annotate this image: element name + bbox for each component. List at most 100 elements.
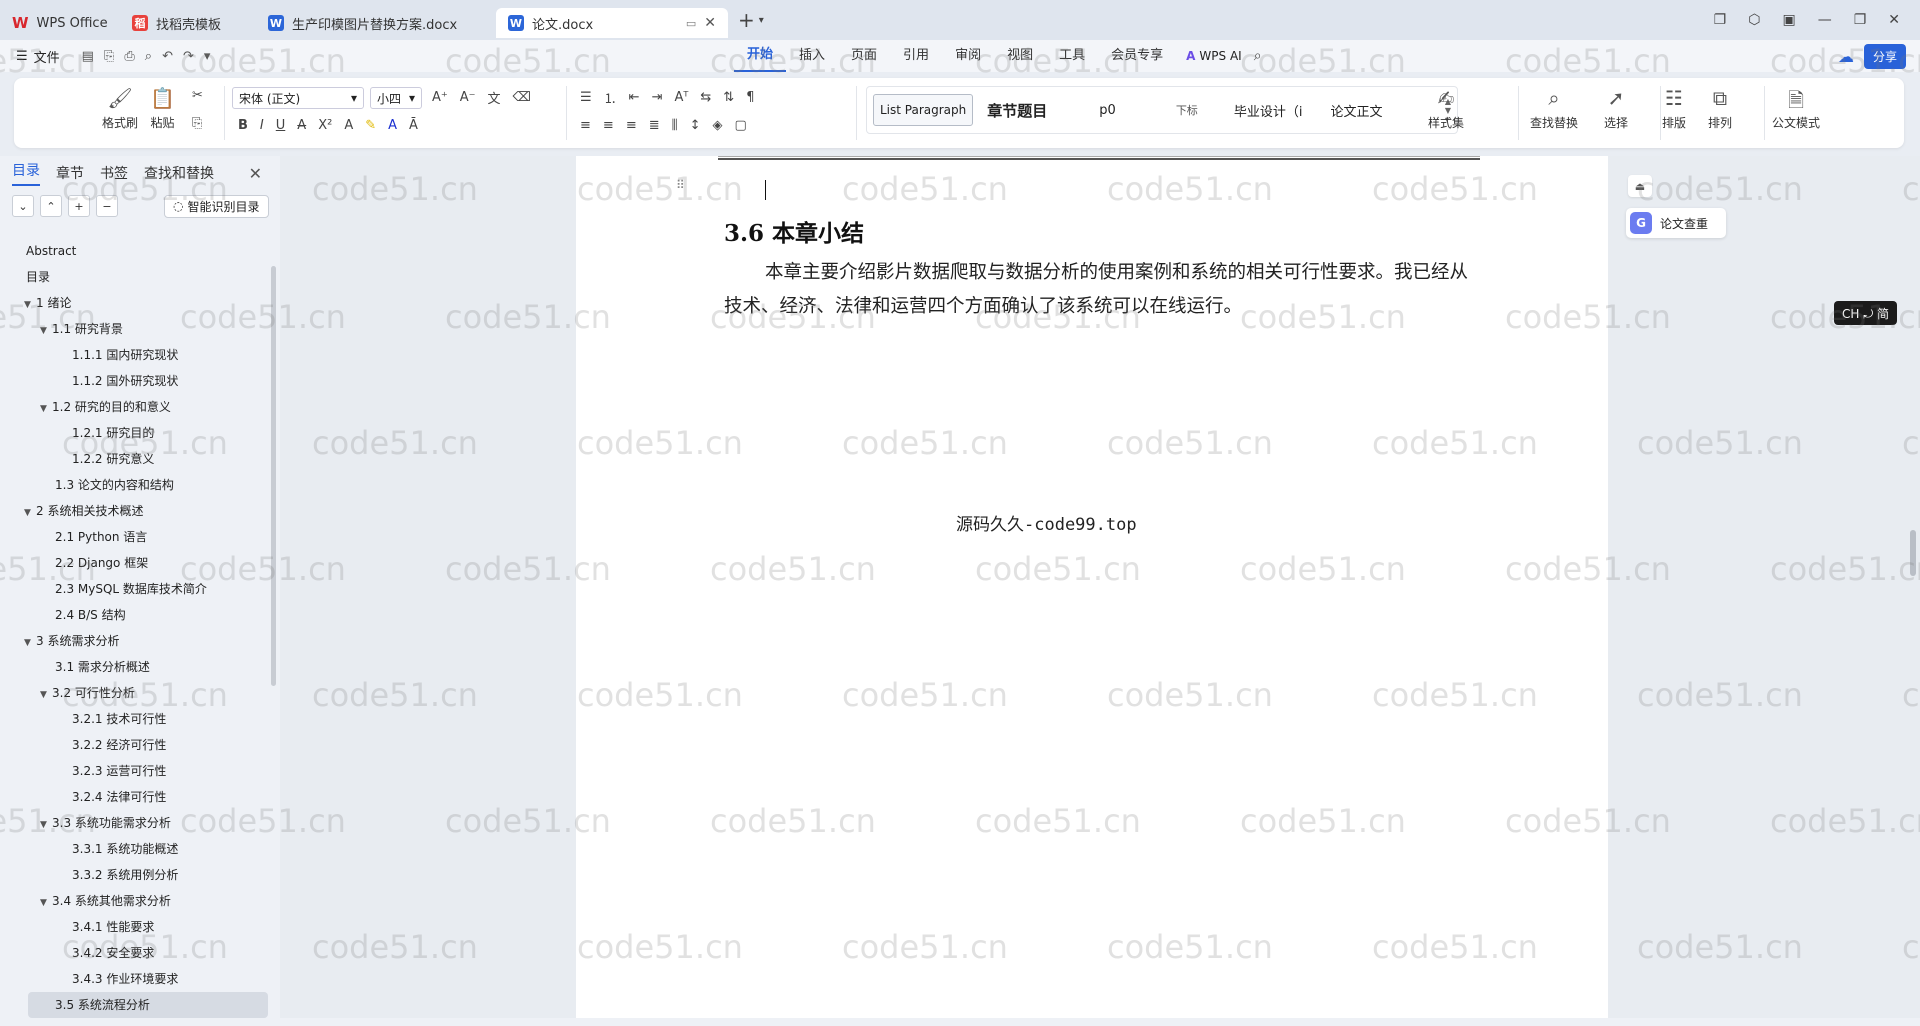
bullet-list-icon[interactable]: ☰ <box>580 90 592 105</box>
toc-item[interactable]: Abstract <box>0 238 272 264</box>
toc-item[interactable]: ▼ 1 绪论 <box>0 290 272 316</box>
cloud-upload-icon[interactable]: ☁ <box>1838 47 1854 66</box>
border-icon[interactable]: ▢ <box>735 118 747 133</box>
caret-down-icon[interactable]: ▼ <box>40 396 52 422</box>
toc-item[interactable]: 3.2.4 法律可行性 <box>0 784 272 810</box>
underline-icon[interactable]: U <box>276 118 286 133</box>
smart-toc-button[interactable]: ◌ 智能识别目录 <box>164 194 269 218</box>
toc-item[interactable]: 3.4.2 安全要求 <box>0 940 272 966</box>
find-replace-button[interactable]: ⌕ 查找替换 <box>1530 86 1578 131</box>
paper-check-button[interactable]: G 论文查重 <box>1626 208 1726 238</box>
decrease-indent-icon[interactable]: ⇤ <box>629 90 640 105</box>
avatar[interactable]: ▣ <box>1782 12 1795 28</box>
italic-icon[interactable]: I <box>260 118 264 133</box>
style-graduation-design[interactable]: 毕业设计（i <box>1220 101 1317 120</box>
line-sort-icon[interactable]: ⇆ <box>700 90 711 105</box>
caret-down-icon[interactable]: ▼ <box>24 292 36 318</box>
text-effect-icon[interactable]: A <box>344 118 353 133</box>
nav-tab-find-replace[interactable]: 查找和替换 <box>144 163 214 183</box>
save-icon[interactable]: ▤ <box>82 49 94 64</box>
style-subscript[interactable]: 下标 <box>1154 102 1220 118</box>
toc-item[interactable]: ▼ 2 系统相关技术概述 <box>0 498 272 524</box>
caret-down-icon[interactable]: ▼ <box>24 500 36 526</box>
toc-item[interactable]: 1.3 论文的内容和结构 <box>0 472 272 498</box>
cut-icon[interactable]: ✂ <box>192 88 203 103</box>
tab-wps-office[interactable]: W WPS Office <box>0 8 120 38</box>
remove-icon[interactable]: − <box>96 195 118 217</box>
toc-item[interactable]: 3.2.3 运营可行性 <box>0 758 272 784</box>
toc-item[interactable]: ▼ 1.1 研究背景 <box>0 316 272 342</box>
toc-item[interactable]: 1.2.2 研究意义 <box>0 446 272 472</box>
toc-item[interactable]: ▼ 1.2 研究的目的和意义 <box>0 394 272 420</box>
toc-item[interactable]: 3.2.1 技术可行性 <box>0 706 272 732</box>
minimize-icon[interactable]: — <box>1818 12 1832 28</box>
collapse-panel-icon[interactable]: ⏏ <box>1628 175 1652 197</box>
show-marks-icon[interactable]: ¶ <box>746 90 754 105</box>
select-button[interactable]: ➚ 选择 <box>1604 86 1628 131</box>
toc-item[interactable]: ▼ 3 系统需求分析 <box>0 628 272 654</box>
toc-item[interactable]: 2.2 Django 框架 <box>0 550 272 576</box>
style-list-paragraph[interactable]: List Paragraph <box>873 94 974 126</box>
toc-item[interactable]: 2.1 Python 语言 <box>0 524 272 550</box>
tab-tools[interactable]: 工具 <box>1046 40 1098 72</box>
tab-home[interactable]: 开始 <box>734 40 787 72</box>
tab-page[interactable]: 页面 <box>838 40 890 72</box>
caret-down-icon[interactable]: ▼ <box>40 812 52 838</box>
toc-item[interactable]: 3.2.2 经济可行性 <box>0 732 272 758</box>
paste-button[interactable]: 📋 粘贴 <box>150 86 175 131</box>
align-left-icon[interactable]: ≡ <box>580 118 591 133</box>
caret-down-icon[interactable]: ▼ <box>24 630 36 656</box>
tab-member[interactable]: 会员专享 <box>1098 40 1176 72</box>
toc-scrollbar[interactable] <box>271 266 276 686</box>
grow-font-icon[interactable]: A⁺ <box>432 90 448 105</box>
tab-doc-replace-plan[interactable]: W 生产印模图片替换方案.docx <box>256 8 496 38</box>
layout-button[interactable]: ☷ 排版 <box>1662 86 1686 131</box>
phonetic-icon[interactable]: 文 <box>488 88 501 107</box>
toc-item[interactable]: 1.1.2 国外研究现状 <box>0 368 272 394</box>
format-painter-button[interactable]: 🖌 格式刷 <box>102 86 138 131</box>
expand-up-icon[interactable]: ⌃ <box>40 195 62 217</box>
close-icon[interactable]: ✕ <box>249 164 262 183</box>
add-icon[interactable]: + <box>68 195 90 217</box>
chevron-down-icon[interactable]: ▾ <box>759 15 764 26</box>
line-spacing-icon[interactable]: ↕ <box>690 118 701 133</box>
file-menu[interactable]: ☰ 文件 <box>16 47 60 66</box>
numbered-list-icon[interactable]: ⒈ <box>604 88 617 107</box>
distribute-icon[interactable]: ⫼ <box>672 118 678 133</box>
monitor-icon[interactable]: ▭ <box>686 17 696 30</box>
tab-docer[interactable]: 稻 找稻壳模板 <box>120 8 256 38</box>
caret-down-icon[interactable]: ▼ <box>40 682 52 708</box>
toc-item[interactable]: 目录 <box>0 264 272 290</box>
toc-item[interactable]: 3.4.1 性能要求 <box>0 914 272 940</box>
wps-ai-button[interactable]: A WPS AI <box>1186 49 1242 63</box>
toc-item[interactable]: 1.2.1 研究目的 <box>0 420 272 446</box>
toc-item[interactable]: 1.1.1 国内研究现状 <box>0 342 272 368</box>
style-set-button[interactable]: ✍ 样式集 <box>1428 86 1464 131</box>
drag-handle-icon[interactable]: ⠿ <box>676 178 685 192</box>
document-scrollbar[interactable] <box>1910 530 1916 576</box>
tab-references[interactable]: 引用 <box>890 40 942 72</box>
cube-icon[interactable]: ⬡ <box>1748 12 1760 28</box>
maximize-icon[interactable]: ❐ <box>1854 12 1867 28</box>
toc-item[interactable]: 3.3.2 系统用例分析 <box>0 862 272 888</box>
official-mode-button[interactable]: 🗎 公文模式 <box>1772 86 1820 131</box>
shrink-font-icon[interactable]: A⁻ <box>460 90 476 105</box>
print-icon[interactable]: ⎙ <box>124 49 134 64</box>
font-name-select[interactable]: 宋体 (正文) ▾ <box>232 87 364 109</box>
close-window-icon[interactable]: ✕ <box>1888 12 1900 28</box>
print-preview-icon[interactable]: ⌕ <box>145 49 152 64</box>
copy-icon[interactable]: ⎘ <box>192 116 202 131</box>
nav-tab-bookmarks[interactable]: 书签 <box>100 163 128 183</box>
search-icon[interactable]: ⌕ <box>1254 48 1262 64</box>
nav-tab-toc[interactable]: 目录 <box>12 160 40 186</box>
toc-item[interactable]: 3.1 需求分析概述 <box>0 654 272 680</box>
toc-item[interactable]: 3.3.1 系统功能概述 <box>0 836 272 862</box>
increase-indent-icon[interactable]: ⇥ <box>652 90 663 105</box>
tab-view[interactable]: 视图 <box>994 40 1046 72</box>
arrange-button[interactable]: ⧉ 排列 <box>1708 86 1732 131</box>
align-right-icon[interactable]: ≡ <box>626 118 637 133</box>
shading-icon[interactable]: ◈ <box>713 118 723 133</box>
share-button[interactable]: 分享 <box>1863 44 1906 69</box>
nav-tab-chapters[interactable]: 章节 <box>56 163 84 183</box>
ime-indicator[interactable]: CH ⤾ 简 <box>1834 301 1898 325</box>
